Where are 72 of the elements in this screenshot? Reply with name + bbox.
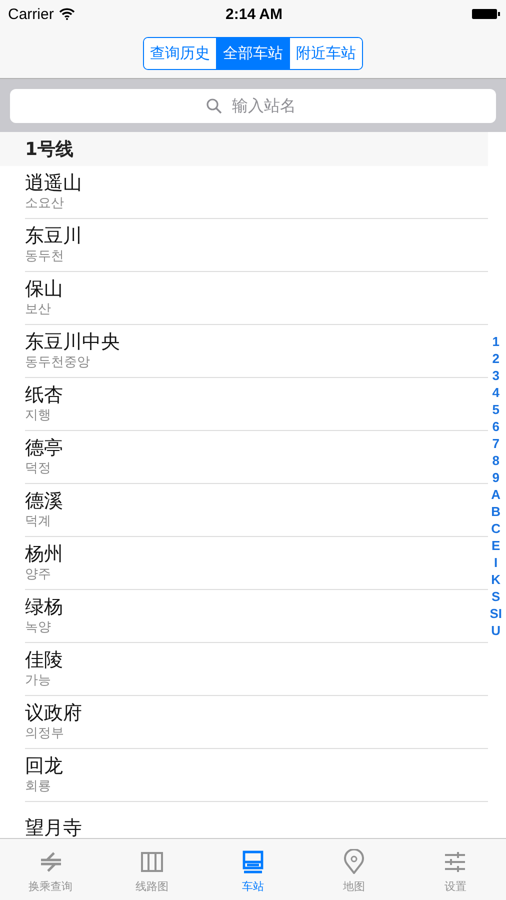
index-letter[interactable]: 1 (492, 333, 500, 350)
station-korean-name: 의정부 (25, 725, 65, 743)
battery-icon (472, 8, 500, 20)
map-book-icon (138, 849, 165, 875)
station-name: 回龙 (25, 754, 64, 778)
index-letter[interactable]: 9 (492, 469, 500, 486)
index-letter[interactable]: E (492, 537, 500, 554)
station-row[interactable]: 东豆川 동두천 (25, 219, 488, 272)
tab-bar-item[interactable]: 线路图 (101, 839, 202, 900)
index-letter[interactable]: 3 (492, 367, 500, 384)
station-row[interactable]: 纸杏 지행 (25, 378, 488, 431)
index-letter[interactable]: 7 (492, 435, 500, 452)
station-row[interactable]: 德溪 덕계 (25, 484, 488, 537)
station-korean-name: 소요산 (25, 195, 65, 213)
station-name: 佳陵 (25, 648, 64, 672)
index-letter[interactable]: K (491, 571, 501, 588)
index-letter[interactable]: U (491, 622, 501, 639)
status-time: 2:14 AM (226, 6, 282, 22)
station-name: 保山 (25, 277, 64, 301)
station-name: 纸杏 (25, 383, 64, 407)
index-letter[interactable]: S (492, 588, 500, 605)
station-korean-name: 보산 (25, 301, 52, 319)
search-field[interactable]: 输入站名 (10, 88, 496, 122)
index-letter[interactable]: C (491, 520, 501, 537)
index-letter[interactable]: B (491, 503, 501, 520)
segment-tab[interactable]: 附近车站 (289, 38, 362, 68)
station-row[interactable]: 绿杨 녹양 (25, 590, 488, 643)
index-letter[interactable]: I (494, 554, 498, 571)
station-row[interactable]: 逍遥山 소요산 (25, 166, 488, 219)
station-name: 望月寺 (25, 816, 83, 838)
index-letter[interactable]: SI (490, 605, 502, 622)
station-row[interactable]: 保山 보산 (25, 272, 488, 325)
section-title: 1号线 (25, 138, 74, 161)
station-name: 东豆川中央 (25, 330, 121, 354)
station-korean-name: 동두천중앙 (25, 354, 91, 372)
segment-tab[interactable]: 全部车站 (216, 38, 289, 68)
station-korean-name: 덕정 (25, 460, 52, 478)
station-korean-name: 가능 (25, 672, 52, 690)
index-letter[interactable]: A (491, 486, 501, 503)
carrier-label: Carrier (8, 6, 54, 22)
station-name: 议政府 (25, 701, 83, 725)
station-row[interactable]: 杨州 양주 (25, 537, 488, 590)
station-row[interactable]: 回龙 회룡 (25, 749, 488, 802)
index-letter[interactable]: 2 (492, 350, 500, 367)
station-row[interactable]: 佳陵 가능 (25, 643, 488, 696)
wifi-icon (58, 8, 75, 20)
station-name: 绿杨 (25, 595, 64, 619)
tab-bar-item[interactable]: 设置 (404, 839, 506, 900)
station-korean-name: 동두천 (25, 248, 65, 266)
station-row[interactable]: 德亭 덕정 (25, 431, 488, 484)
index-letter[interactable]: 5 (492, 401, 500, 418)
station-korean-name: 녹양 (25, 619, 52, 637)
tab-bar-item[interactable]: 车站 (202, 839, 304, 900)
station-korean-name: 지행 (25, 407, 52, 425)
station-korean-name: 회룡 (25, 778, 52, 796)
station-row[interactable]: 东豆川中央 동두천중앙 (25, 325, 488, 378)
station-name: 东豆川 (25, 224, 83, 248)
station-name: 杨州 (25, 542, 64, 566)
station-row[interactable]: 议政府 의정부 (25, 696, 488, 749)
station-name: 德溪 (25, 489, 64, 513)
station-korean-name: 양주 (25, 566, 52, 584)
tab-bar-item[interactable]: 换乘查询 (0, 839, 102, 900)
segment-tab[interactable]: 查询历史 (144, 38, 216, 68)
station-name: 德亭 (25, 436, 64, 460)
station-korean-name: 덕계 (25, 513, 52, 531)
search-icon (206, 98, 222, 114)
index-letter[interactable]: 6 (492, 418, 500, 435)
tab-bar-item[interactable]: 地图 (304, 839, 405, 900)
index-letter[interactable]: 8 (492, 452, 500, 469)
index-letter[interactable]: 4 (492, 384, 500, 401)
station-name: 逍遥山 (25, 171, 83, 195)
tray-icon (240, 849, 266, 875)
